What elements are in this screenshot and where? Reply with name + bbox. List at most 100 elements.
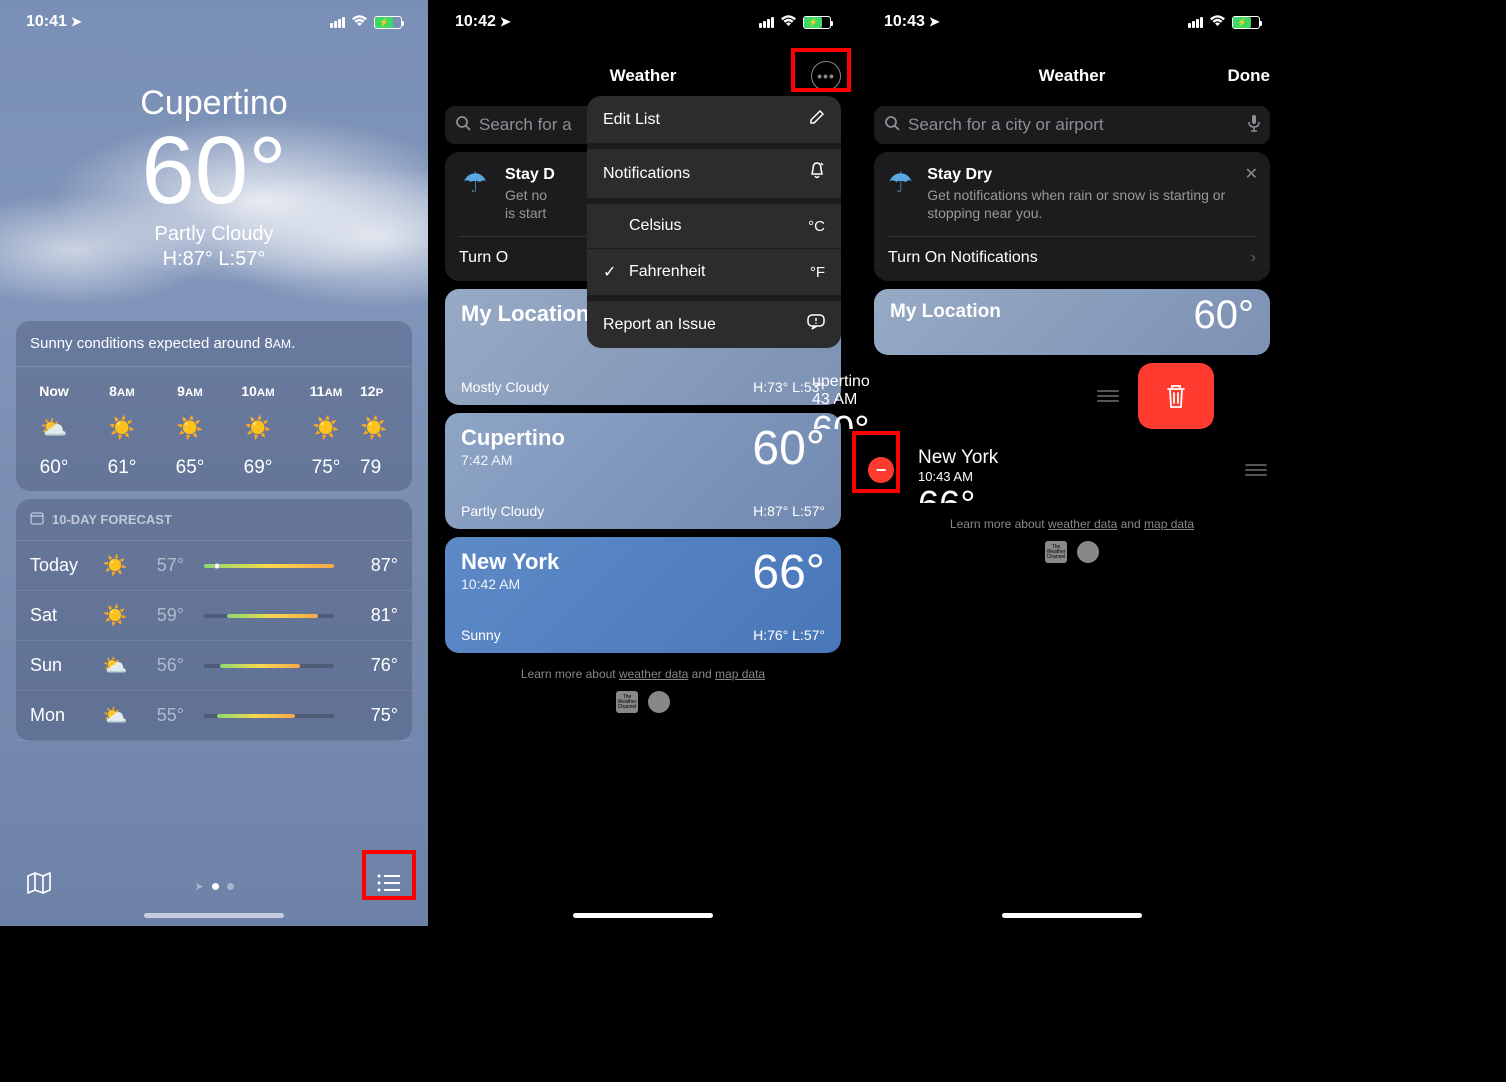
status-time: 10:42 xyxy=(455,13,496,31)
card-temp: 66° xyxy=(918,484,1216,503)
attribution-text: Learn more about weather data and map da… xyxy=(429,667,857,681)
map-data-link[interactable]: map data xyxy=(1144,517,1194,531)
umbrella-icon: ☂ xyxy=(459,166,491,222)
card-temp: 60° xyxy=(812,409,1064,429)
card-time: 10:43 AM xyxy=(918,469,1216,484)
weather-hero: Cupertino 60° Partly Cloudy H:87° L:57° xyxy=(0,44,428,271)
hourly-column: 12P☀️79 xyxy=(360,377,390,491)
forecast-header: 10-DAY FORECAST xyxy=(16,499,412,541)
hourly-row[interactable]: Now⛅60°8AM☀️61°9AM☀️65°10AM☀️69°11AM☀️75… xyxy=(16,367,412,491)
forecast-day-row[interactable]: Mon⛅55°75° xyxy=(16,691,412,741)
highlight-annotation xyxy=(791,48,851,92)
breezometer-logo xyxy=(648,691,670,713)
page-indicator[interactable]: ➤ xyxy=(194,880,233,893)
location-card[interactable]: New York10:42 AM66°SunnyH:76° L:57° xyxy=(445,537,841,653)
close-icon[interactable]: ✕ xyxy=(1245,164,1258,184)
card-temp: 60° xyxy=(1194,293,1255,338)
hourly-column: 8AM☀️61° xyxy=(88,377,156,491)
location-card-my-location[interactable]: My Location 60° xyxy=(874,289,1270,355)
forecast-day-row[interactable]: Today☀️57°87° xyxy=(16,541,412,591)
battery-icon: ⚡ xyxy=(1232,16,1260,29)
search-placeholder: Search for a city or airport xyxy=(908,115,1240,135)
map-data-link[interactable]: map data xyxy=(715,667,765,681)
battery-icon: ⚡ xyxy=(803,16,831,29)
location-arrow-icon: ➤ xyxy=(929,14,940,30)
promo-subtitle: Get notifications when rain or snow is s… xyxy=(927,186,1256,222)
calendar-icon xyxy=(30,511,44,528)
attribution-logos: TheWeatherChannel xyxy=(858,541,1286,563)
condition-text: Partly Cloudy xyxy=(0,223,428,246)
status-bar: 10:41 ➤ ⚡ xyxy=(0,0,428,44)
fahrenheit-unit-label: °F xyxy=(810,264,825,281)
options-menu: Edit List Notifications Celsius °C ✓Fahr… xyxy=(587,96,841,348)
highlight-annotation xyxy=(362,850,416,900)
promo-subtitle: Get nois start xyxy=(505,186,555,222)
current-temperature: 60° xyxy=(0,123,428,219)
location-card[interactable]: Cupertino7:42 AM60°Partly CloudyH:87° L:… xyxy=(445,413,841,529)
done-button[interactable]: Done xyxy=(1228,66,1271,86)
delete-button[interactable] xyxy=(1138,363,1214,429)
map-button[interactable] xyxy=(26,871,52,902)
menu-edit-list[interactable]: Edit List xyxy=(587,96,841,149)
location-card-new-york[interactable]: New York 10:43 AM 66° xyxy=(904,437,1230,503)
home-indicator[interactable] xyxy=(1002,913,1142,918)
location-page-icon: ➤ xyxy=(194,880,203,893)
card-title: New York xyxy=(918,447,1216,469)
status-time: 10:43 xyxy=(884,13,925,31)
nav-title: Weather xyxy=(1039,66,1106,86)
card-time: 43 AM xyxy=(812,391,1064,409)
report-issue-icon xyxy=(807,314,825,335)
menu-celsius[interactable]: Celsius °C xyxy=(587,204,841,249)
status-bar: 10:42 ➤ ⚡ xyxy=(429,0,857,44)
breezometer-logo xyxy=(1077,541,1099,563)
umbrella-icon: ☂ xyxy=(888,166,913,222)
city-list-panel-edit: 10:43 ➤ ⚡ Weather Done Search for a city… xyxy=(858,0,1286,926)
menu-report-issue[interactable]: Report an Issue xyxy=(587,301,841,348)
location-card-cupertino[interactable]: upertino 43 AM 60° xyxy=(798,363,1078,429)
wifi-icon xyxy=(1209,14,1226,31)
weather-data-link[interactable]: weather data xyxy=(619,667,688,681)
promo-title: Stay D xyxy=(505,166,555,184)
home-indicator[interactable] xyxy=(573,913,713,918)
weather-data-link[interactable]: weather data xyxy=(1048,517,1117,531)
microphone-icon[interactable] xyxy=(1248,114,1260,137)
magnifying-glass-icon xyxy=(455,115,471,136)
search-field[interactable]: Search for a city or airport xyxy=(874,106,1270,144)
swiped-city-row[interactable]: upertino 43 AM 60° xyxy=(798,363,1286,429)
pencil-icon xyxy=(809,109,825,130)
reorder-handle[interactable] xyxy=(1088,390,1128,402)
menu-notifications[interactable]: Notifications xyxy=(587,149,841,204)
checkmark-icon: ✓ xyxy=(603,262,619,282)
cellular-signal-icon xyxy=(1188,17,1203,28)
attribution-logos: TheWeatherChannel xyxy=(429,691,857,713)
weather-detail-panel: 10:41 ➤ ⚡ Cupertino 60° Partly Cloudy H:… xyxy=(0,0,428,926)
reorder-handle[interactable] xyxy=(1242,464,1270,476)
menu-fahrenheit[interactable]: ✓Fahrenheit °F xyxy=(587,249,841,301)
ten-day-forecast-card[interactable]: 10-DAY FORECAST Today☀️57°87°Sat☀️59°81°… xyxy=(16,499,412,741)
weather-channel-logo: TheWeatherChannel xyxy=(616,691,638,713)
edit-city-row[interactable]: − New York 10:43 AM 66° xyxy=(858,437,1286,503)
forecast-day-row[interactable]: Sat☀️59°81° xyxy=(16,591,412,641)
chevron-right-icon: › xyxy=(1251,249,1256,267)
celsius-unit-label: °C xyxy=(808,218,825,235)
status-bar: 10:43 ➤ ⚡ xyxy=(858,0,1286,44)
high-low-text: H:87° L:57° xyxy=(0,248,428,271)
notification-promo-card[interactable]: ☂ Stay Dry Get notifications when rain o… xyxy=(874,152,1270,281)
forecast-day-row[interactable]: Sun⛅56°76° xyxy=(16,641,412,691)
location-arrow-icon: ➤ xyxy=(500,14,511,30)
battery-icon: ⚡ xyxy=(374,16,402,29)
status-time: 10:41 xyxy=(26,13,67,31)
turn-on-notifications-button[interactable]: Turn On Notifications › xyxy=(888,236,1256,267)
hourly-column: Now⛅60° xyxy=(20,377,88,491)
location-arrow-icon: ➤ xyxy=(71,14,82,30)
hourly-column: 10AM☀️69° xyxy=(224,377,292,491)
promo-title: Stay Dry xyxy=(927,166,1256,184)
card-title: upertino xyxy=(812,373,1064,391)
city-list-panel-menu: 10:42 ➤ ⚡ Weather ••• Search for a ☂ Sta… xyxy=(429,0,857,926)
forecast-header-label: 10-DAY FORECAST xyxy=(52,512,172,527)
bell-icon xyxy=(809,162,825,185)
wifi-icon xyxy=(351,14,368,31)
attribution-text: Learn more about weather data and map da… xyxy=(858,517,1286,531)
home-indicator[interactable] xyxy=(144,913,284,918)
hourly-column: 11AM☀️75° xyxy=(292,377,360,491)
